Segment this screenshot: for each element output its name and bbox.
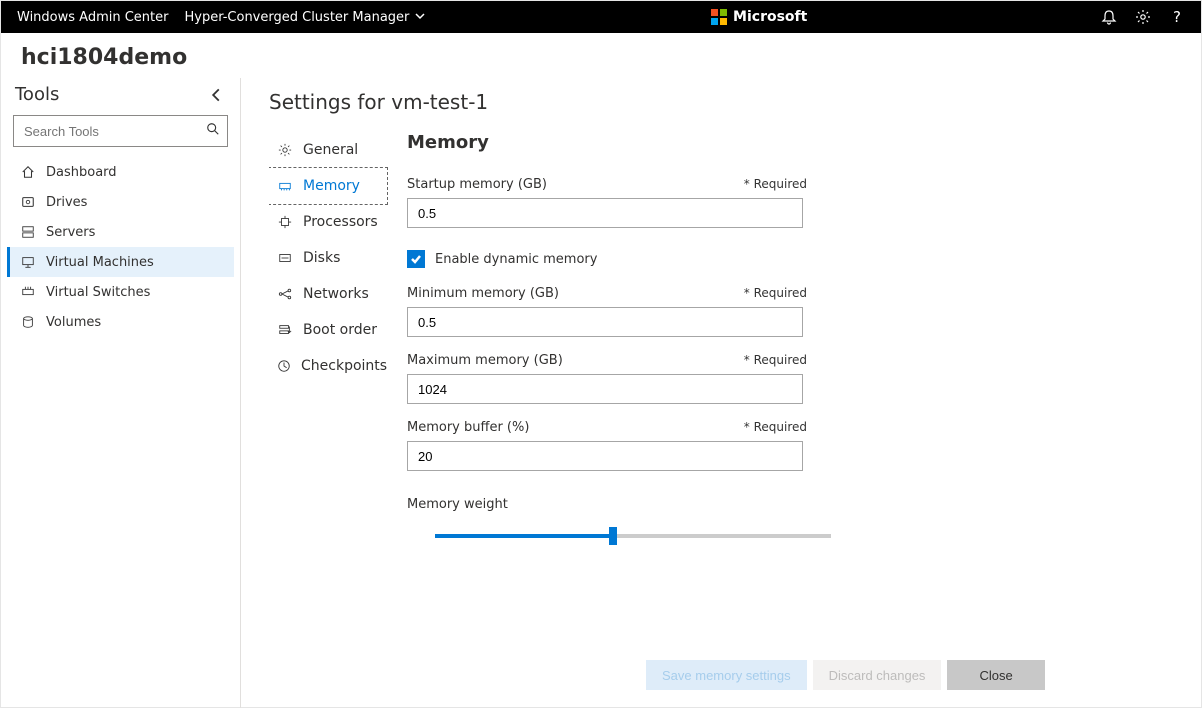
microsoft-logo-icon: [711, 9, 727, 25]
cpu-icon: [277, 214, 293, 230]
context-selector[interactable]: Hyper-Converged Cluster Manager: [184, 10, 425, 25]
slider-fill: [435, 534, 613, 538]
context-label: Hyper-Converged Cluster Manager: [184, 10, 409, 25]
search-icon: [206, 122, 220, 140]
settings-tab-general[interactable]: General: [269, 132, 387, 168]
collapse-tools-button[interactable]: [206, 85, 226, 105]
tool-item-servers[interactable]: Servers: [7, 217, 234, 247]
tool-label: Dashboard: [46, 165, 117, 180]
required-label: * Required: [744, 353, 807, 367]
gear-icon: [1135, 9, 1151, 25]
help-icon: ?: [1173, 8, 1181, 26]
tool-item-virtual-machines[interactable]: Virtual Machines: [7, 247, 234, 277]
settings-tab-checkpoints[interactable]: Checkpoints: [269, 348, 387, 384]
topbar: Windows Admin Center Hyper-Converged Clu…: [1, 1, 1201, 33]
weight-label: Memory weight: [407, 497, 508, 512]
tool-label: Virtual Machines: [46, 255, 154, 270]
dynamic-memory-checkbox[interactable]: [407, 250, 425, 268]
settings-tab-label: Memory: [303, 178, 360, 194]
min-memory-input[interactable]: [407, 307, 803, 337]
required-label: * Required: [744, 286, 807, 300]
page-title: Settings for vm-test-1: [269, 90, 1177, 114]
home-icon: [20, 164, 36, 180]
tool-label: Drives: [46, 195, 87, 210]
slider-thumb[interactable]: [609, 527, 617, 545]
dynamic-memory-label: Enable dynamic memory: [435, 252, 597, 267]
drive-icon: [20, 194, 36, 210]
settings-tab-label: Networks: [303, 286, 369, 302]
boot-icon: [277, 322, 293, 338]
tool-label: Servers: [46, 225, 95, 240]
tool-label: Volumes: [46, 315, 101, 330]
volume-icon: [20, 314, 36, 330]
cluster-name: hci1804demo: [1, 33, 1201, 78]
vm-icon: [20, 254, 36, 270]
chevron-down-icon: [415, 10, 425, 25]
search-tools-input[interactable]: [13, 115, 228, 147]
settings-button[interactable]: [1127, 1, 1159, 33]
tool-item-virtual-switches[interactable]: Virtual Switches: [7, 277, 234, 307]
startup-memory-input[interactable]: [407, 198, 803, 228]
tools-panel: Tools Dashboard Drives Servers: [1, 78, 241, 708]
settings-tab-label: Boot order: [303, 322, 377, 338]
content-area: Settings for vm-test-1 General Memory Pr…: [241, 78, 1201, 708]
discard-button[interactable]: Discard changes: [813, 660, 942, 690]
gear-icon: [277, 142, 293, 158]
buffer-input[interactable]: [407, 441, 803, 471]
tools-heading: Tools: [15, 84, 59, 105]
settings-tab-label: Checkpoints: [301, 358, 387, 374]
settings-tab-boot-order[interactable]: Boot order: [269, 312, 387, 348]
memory-icon: [277, 178, 293, 194]
tool-list: Dashboard Drives Servers Virtual Machine…: [7, 157, 234, 337]
clock-icon: [277, 358, 291, 374]
chevron-left-icon: [209, 88, 223, 102]
tool-label: Virtual Switches: [46, 285, 150, 300]
memory-form: Memory Startup memory (GB) * Required En…: [387, 132, 807, 708]
settings-tab-memory[interactable]: Memory: [269, 167, 388, 205]
check-icon: [410, 253, 422, 265]
buffer-label: Memory buffer (%): [407, 420, 529, 435]
form-footer: Save memory settings Discard changes Clo…: [646, 660, 1045, 690]
tool-item-dashboard[interactable]: Dashboard: [7, 157, 234, 187]
tool-item-volumes[interactable]: Volumes: [7, 307, 234, 337]
disk-icon: [277, 250, 293, 266]
switch-icon: [20, 284, 36, 300]
help-button[interactable]: ?: [1161, 1, 1193, 33]
required-label: * Required: [744, 420, 807, 434]
brand-title: Windows Admin Center: [1, 10, 184, 25]
settings-tab-label: Disks: [303, 250, 340, 266]
memory-weight-slider[interactable]: [435, 534, 831, 538]
tool-item-drives[interactable]: Drives: [7, 187, 234, 217]
server-icon: [20, 224, 36, 240]
required-label: * Required: [744, 177, 807, 191]
form-heading: Memory: [407, 132, 807, 153]
settings-tab-label: Processors: [303, 214, 378, 230]
settings-nav: General Memory Processors Disks: [269, 132, 387, 708]
close-button[interactable]: Close: [947, 660, 1044, 690]
company-label: Microsoft: [733, 9, 807, 25]
bell-icon: [1101, 9, 1117, 25]
save-button[interactable]: Save memory settings: [646, 660, 807, 690]
settings-tab-disks[interactable]: Disks: [269, 240, 387, 276]
max-memory-input[interactable]: [407, 374, 803, 404]
notifications-button[interactable]: [1093, 1, 1125, 33]
max-memory-label: Maximum memory (GB): [407, 353, 563, 368]
min-memory-label: Minimum memory (GB): [407, 286, 559, 301]
settings-tab-label: General: [303, 142, 358, 158]
network-icon: [277, 286, 293, 302]
startup-memory-label: Startup memory (GB): [407, 177, 547, 192]
settings-tab-networks[interactable]: Networks: [269, 276, 387, 312]
settings-tab-processors[interactable]: Processors: [269, 204, 387, 240]
